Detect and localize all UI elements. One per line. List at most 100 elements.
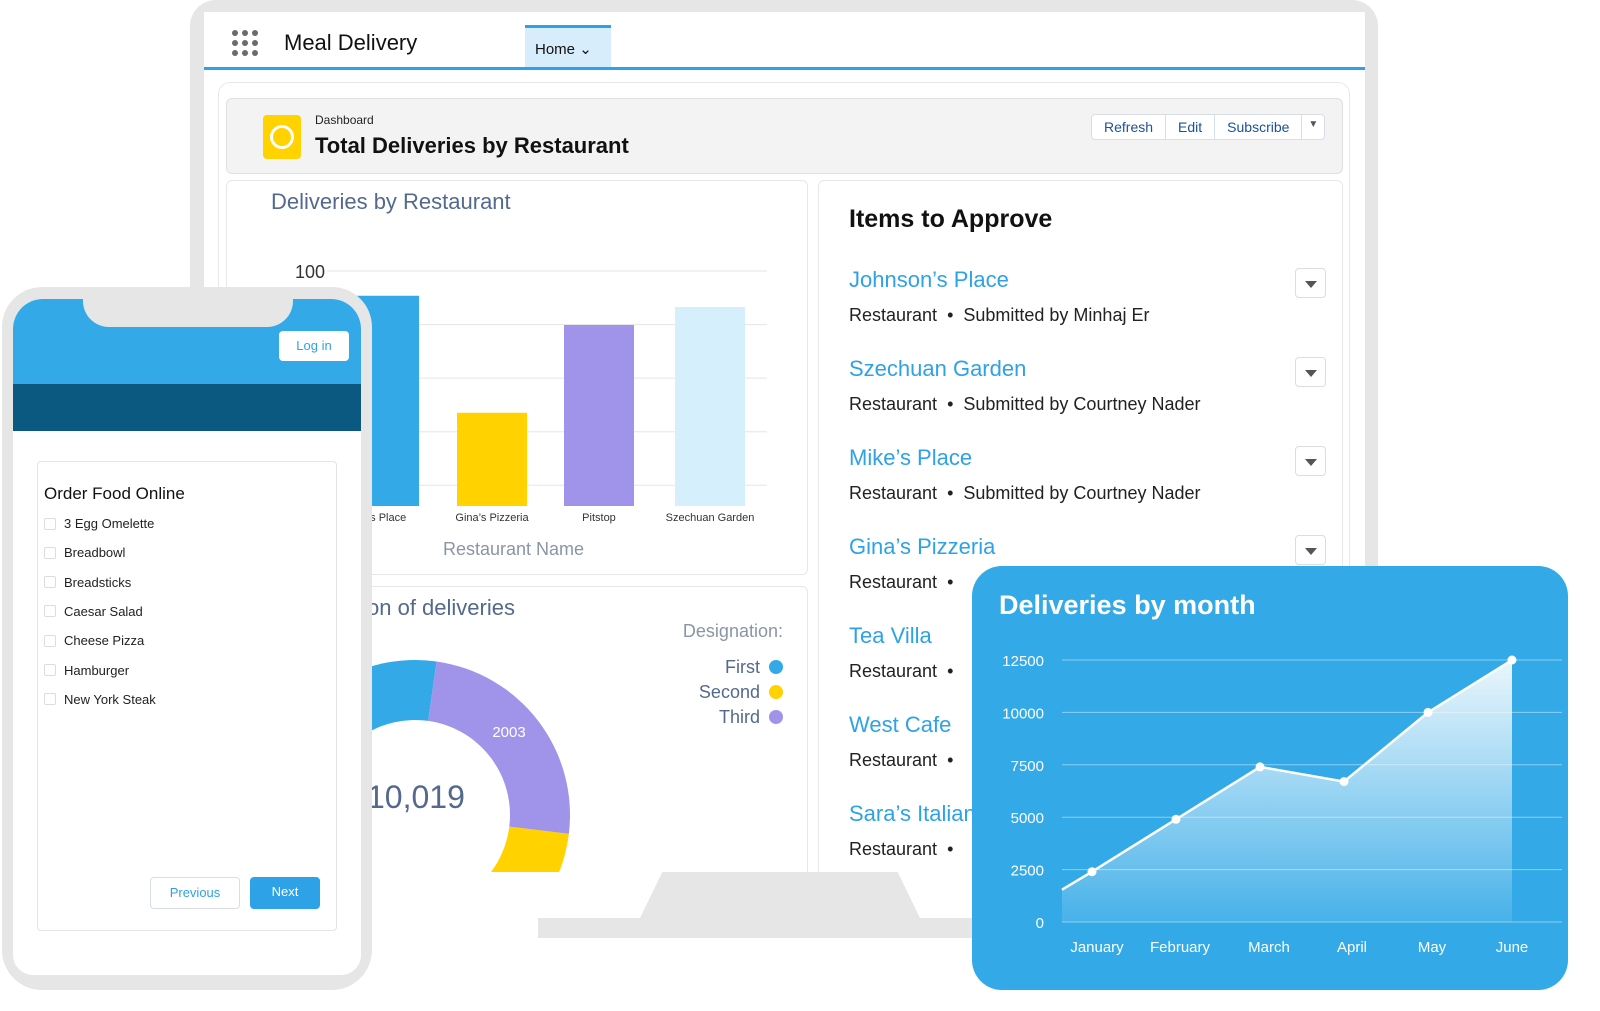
x-tick-label: Szechuan Garden — [666, 512, 755, 524]
checkbox[interactable] — [44, 693, 56, 706]
x-tick-label: March — [1248, 939, 1290, 956]
approval-item-details: Restaurant • Submitted by Minhaj Er — [849, 305, 1150, 325]
dashboard-label: Dashboard — [315, 113, 374, 127]
approval-item-name[interactable]: Johnson’s Place — [849, 267, 1009, 293]
checkbox[interactable] — [44, 664, 56, 676]
more-actions-dropdown-icon[interactable]: ▼ — [1302, 115, 1324, 139]
y-tick-label: 100 — [295, 262, 325, 282]
x-axis-label: Restaurant Name — [443, 539, 585, 559]
y-tick-label: 12500 — [1002, 653, 1044, 670]
data-point[interactable] — [1339, 777, 1349, 787]
approval-item-details: Restaurant • — [849, 839, 959, 859]
legend-item: First — [699, 655, 783, 680]
app-title: Meal Delivery — [284, 30, 418, 55]
approval-item-name[interactable]: West Cafe — [849, 712, 951, 738]
checkbox[interactable] — [44, 576, 56, 589]
monthly-chart-card: Deliveries by month 0 2500 5000 7500 10000 12… — [972, 566, 1568, 990]
item-actions-dropdown-icon[interactable] — [1295, 268, 1326, 298]
bar[interactable] — [564, 325, 634, 506]
x-tick-label: June — [1496, 939, 1529, 956]
approval-item-details: Restaurant • — [849, 750, 959, 770]
menu-option[interactable]: Cheese Pizza — [44, 633, 144, 648]
item-actions-dropdown-icon[interactable] — [1295, 357, 1326, 387]
y-tick-label: 0 — [1036, 915, 1044, 932]
tab-label: Home — [535, 41, 576, 58]
y-tick-label: 2500 — [1011, 863, 1044, 880]
legend-item: Second — [699, 680, 783, 705]
mobile-phone: Log in Order Food Online 3 Egg Omelette B… — [2, 287, 372, 990]
approval-item-name[interactable]: Gina’s Pizzeria — [849, 534, 995, 560]
legend-item: Third — [699, 705, 783, 730]
checkbox[interactable] — [44, 605, 56, 618]
phone-notch — [83, 299, 293, 327]
approval-item-details: Restaurant • Submitted by Courtney Nader — [849, 394, 1201, 414]
item-type: Restaurant — [849, 839, 938, 859]
item-type: Restaurant — [849, 483, 938, 503]
legend: First Second Third — [699, 655, 783, 730]
approval-item-name[interactable]: Sara’s Italian — [849, 801, 976, 827]
data-point[interactable] — [1255, 762, 1265, 772]
item-submitter: Submitted by Courtney Nader — [963, 394, 1201, 414]
x-tick-label: Gina’s Pizzeria — [455, 512, 529, 524]
approval-item-details: Restaurant • — [849, 661, 959, 681]
option-label: Cheese Pizza — [64, 633, 145, 649]
item-type: Restaurant — [849, 305, 938, 325]
dashboard-header: Dashboard Total Deliveries by Restaurant… — [226, 98, 1343, 174]
x-tick-label: January — [1070, 939, 1124, 956]
checkbox[interactable] — [44, 546, 56, 559]
refresh-button[interactable]: Refresh — [1092, 115, 1167, 139]
item-submitter: Submitted by Minhaj Er — [963, 305, 1150, 325]
previous-button[interactable]: Previous — [150, 877, 240, 909]
approval-item-name[interactable]: Szechuan Garden — [849, 356, 1026, 382]
x-tick-label: April — [1337, 939, 1367, 956]
item-type: Restaurant — [849, 750, 938, 770]
button-group: Refresh Edit Subscribe ▼ — [1091, 114, 1326, 140]
option-label: Caesar Salad — [64, 603, 143, 619]
approval-item-name[interactable]: Tea Villa — [849, 623, 932, 649]
monitor-stand — [640, 872, 920, 918]
app-header: Meal Delivery Home ⌄ — [204, 12, 1365, 70]
item-actions-dropdown-icon[interactable] — [1295, 535, 1326, 565]
data-point[interactable] — [1087, 867, 1097, 877]
legend-swatch — [769, 710, 783, 724]
area-fill — [1062, 660, 1512, 922]
legend-title: Designation: — [682, 621, 783, 641]
item-type: Restaurant — [849, 572, 938, 592]
menu-option[interactable]: Breadbowl — [44, 545, 125, 560]
item-type: Restaurant — [849, 661, 938, 681]
x-tick-label: Pitstop — [582, 512, 616, 524]
y-tick-label: 5000 — [1011, 810, 1044, 827]
menu-option[interactable]: 3 Egg Omelette — [44, 516, 154, 531]
option-label: 3 Egg Omelette — [64, 516, 155, 531]
app-launcher-icon[interactable] — [232, 30, 258, 56]
approval-item-name[interactable]: Mike’s Place — [849, 445, 972, 471]
tab-home[interactable]: Home ⌄ — [525, 25, 611, 67]
menu-option[interactable]: New York Steak — [44, 692, 156, 707]
menu-option[interactable]: Breadsticks — [44, 575, 131, 590]
bar[interactable] — [457, 412, 527, 506]
donut-total: 10,019 — [367, 779, 465, 815]
subscribe-button[interactable]: Subscribe — [1215, 115, 1303, 139]
data-point[interactable] — [1423, 707, 1433, 717]
phone-banner — [13, 384, 361, 431]
next-button[interactable]: Next — [250, 877, 320, 909]
legend-swatch — [769, 685, 783, 699]
x-tick-label: February — [1150, 939, 1211, 956]
edit-button[interactable]: Edit — [1166, 115, 1216, 139]
checkbox[interactable] — [44, 634, 56, 647]
donut-slice[interactable] — [362, 826, 569, 872]
card-title: Items to Approve — [849, 205, 1053, 233]
checkbox[interactable] — [44, 517, 56, 530]
bar[interactable] — [675, 307, 745, 506]
data-point[interactable] — [1507, 655, 1517, 665]
chevron-down-icon: ⌄ — [579, 41, 592, 58]
y-tick-label: 10000 — [1002, 705, 1044, 722]
login-button[interactable]: Log in — [279, 331, 349, 361]
legend-swatch — [769, 660, 783, 674]
menu-option[interactable]: Hamburger — [44, 663, 129, 678]
item-actions-dropdown-icon[interactable] — [1295, 446, 1326, 476]
data-point[interactable] — [1171, 814, 1181, 824]
form-title: Order Food Online — [44, 484, 185, 503]
monitor-base — [538, 918, 1008, 938]
menu-option[interactable]: Caesar Salad — [44, 604, 143, 619]
